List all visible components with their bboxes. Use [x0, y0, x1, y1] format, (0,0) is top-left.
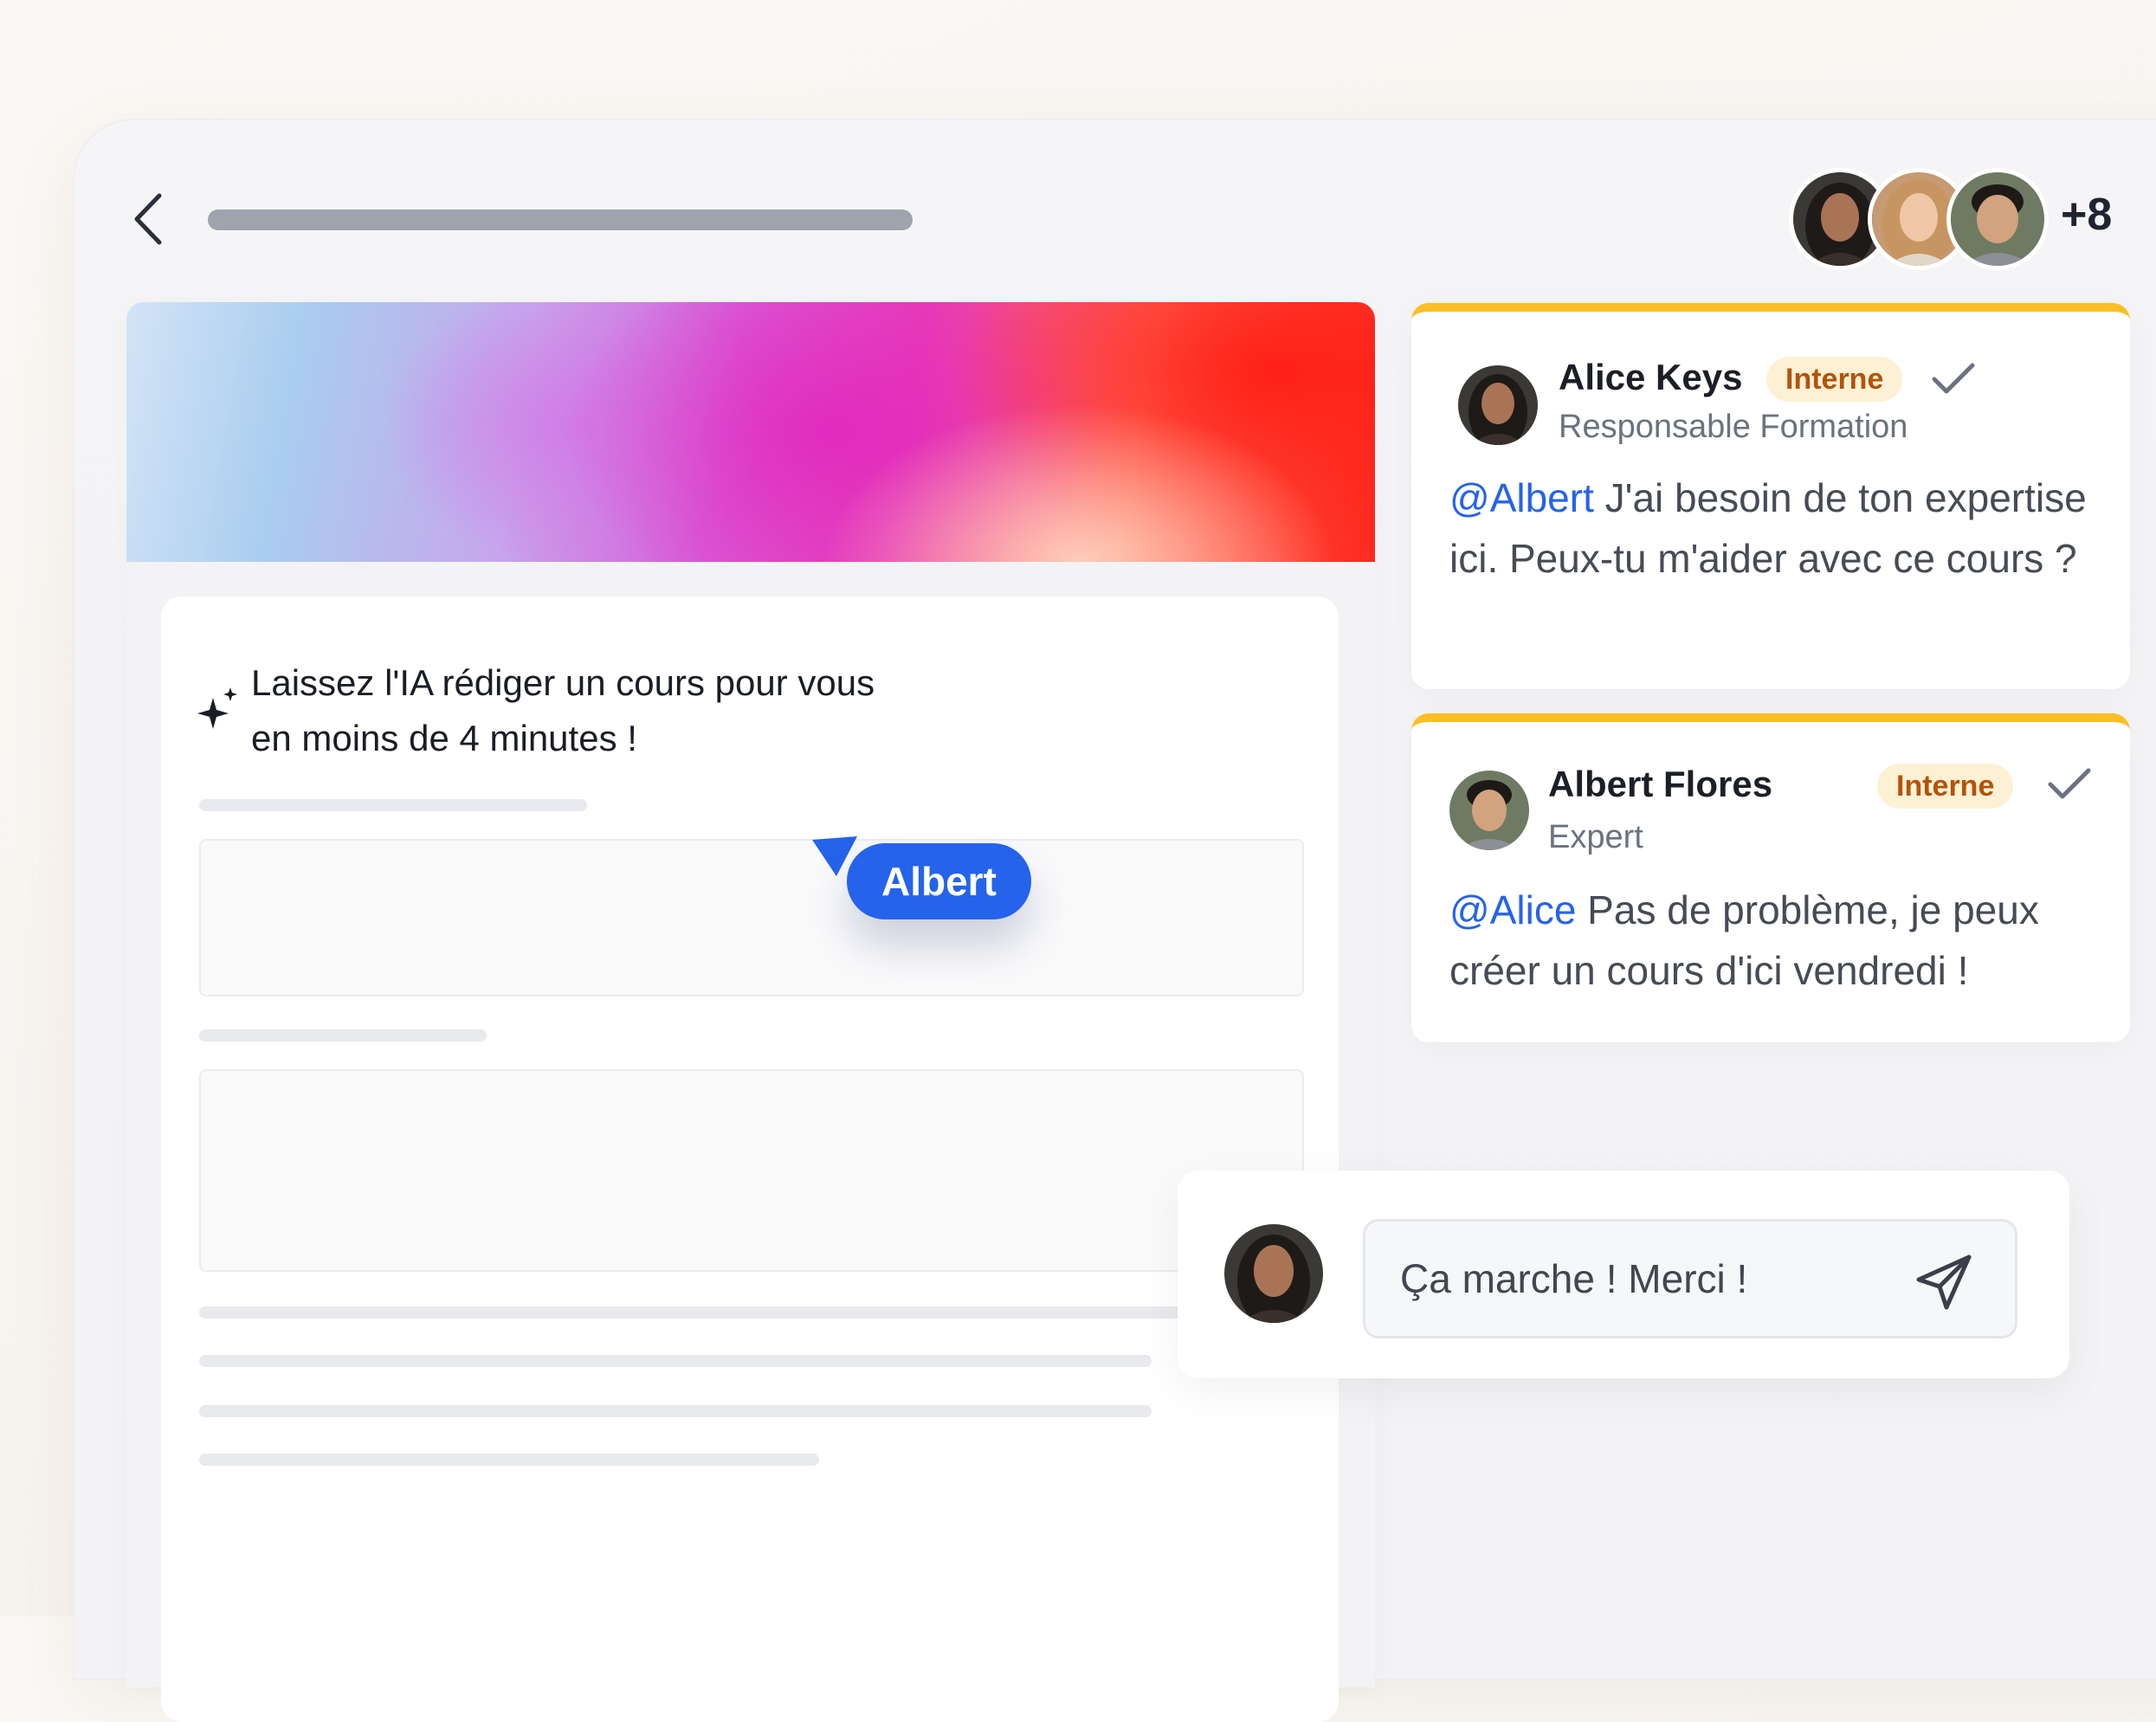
text-field[interactable]: [199, 839, 1304, 996]
text-line-placeholder: [199, 1454, 819, 1466]
text-line-placeholder: [199, 1405, 1152, 1417]
comment-author-role: Expert: [1548, 819, 1643, 855]
comment-author: Alice Keys: [1559, 357, 1743, 397]
mention[interactable]: @Albert: [1449, 475, 1594, 520]
comment-author-role: Responsable Formation: [1559, 409, 1908, 445]
check-icon[interactable]: [2047, 767, 2092, 802]
avatar: [1449, 771, 1529, 850]
comment-card[interactable]: Alice Keys Interne Responsable Formation…: [1411, 303, 2130, 689]
participant-avatar[interactable]: [1946, 168, 2049, 270]
reply-composer: Ça marche ! Merci !: [1178, 1171, 2069, 1378]
chevron-left-icon[interactable]: [130, 192, 166, 246]
course-editor: Laissez l'IA rédiger un cours pour vous …: [126, 302, 1375, 1722]
status-badge: Interne: [1877, 764, 2014, 809]
collaborator-cursor: Albert: [812, 836, 1031, 926]
comment-card[interactable]: Albert Flores Interne Expert @Alice Pas …: [1411, 713, 2130, 1042]
text-line-placeholder: [199, 1306, 1301, 1319]
avatar: [1458, 365, 1538, 445]
collaborator-cursor-label: Albert: [847, 843, 1031, 919]
field-label-placeholder: [199, 799, 587, 811]
status-badge: Interne: [1766, 357, 1903, 402]
text-area[interactable]: [199, 1069, 1304, 1272]
mention[interactable]: @Alice: [1449, 887, 1576, 932]
course-content-card: Laissez l'IA rédiger un cours pour vous …: [161, 597, 1339, 1722]
comment-author: Albert Flores: [1548, 764, 1773, 804]
sparkle-icon: [197, 687, 237, 729]
check-icon[interactable]: [1931, 362, 1976, 397]
field-label-placeholder: [199, 1029, 487, 1042]
comment-message: @Alice Pas de problème, je peux créer un…: [1449, 880, 2108, 1001]
course-cover-image: [126, 302, 1375, 562]
ai-prompt-line-2: en moins de 4 minutes !: [251, 718, 637, 758]
avatar: [1224, 1224, 1323, 1323]
ai-prompt-line-1: Laissez l'IA rédiger un cours pour vous: [251, 662, 875, 703]
participants-more-count[interactable]: +8: [2061, 189, 2112, 241]
comment-message: @Albert J'ai besoin de ton expertise ici…: [1449, 468, 2108, 589]
text-line-placeholder: [199, 1355, 1152, 1367]
page-title-placeholder: [208, 210, 913, 230]
send-icon[interactable]: [1914, 1252, 1974, 1312]
